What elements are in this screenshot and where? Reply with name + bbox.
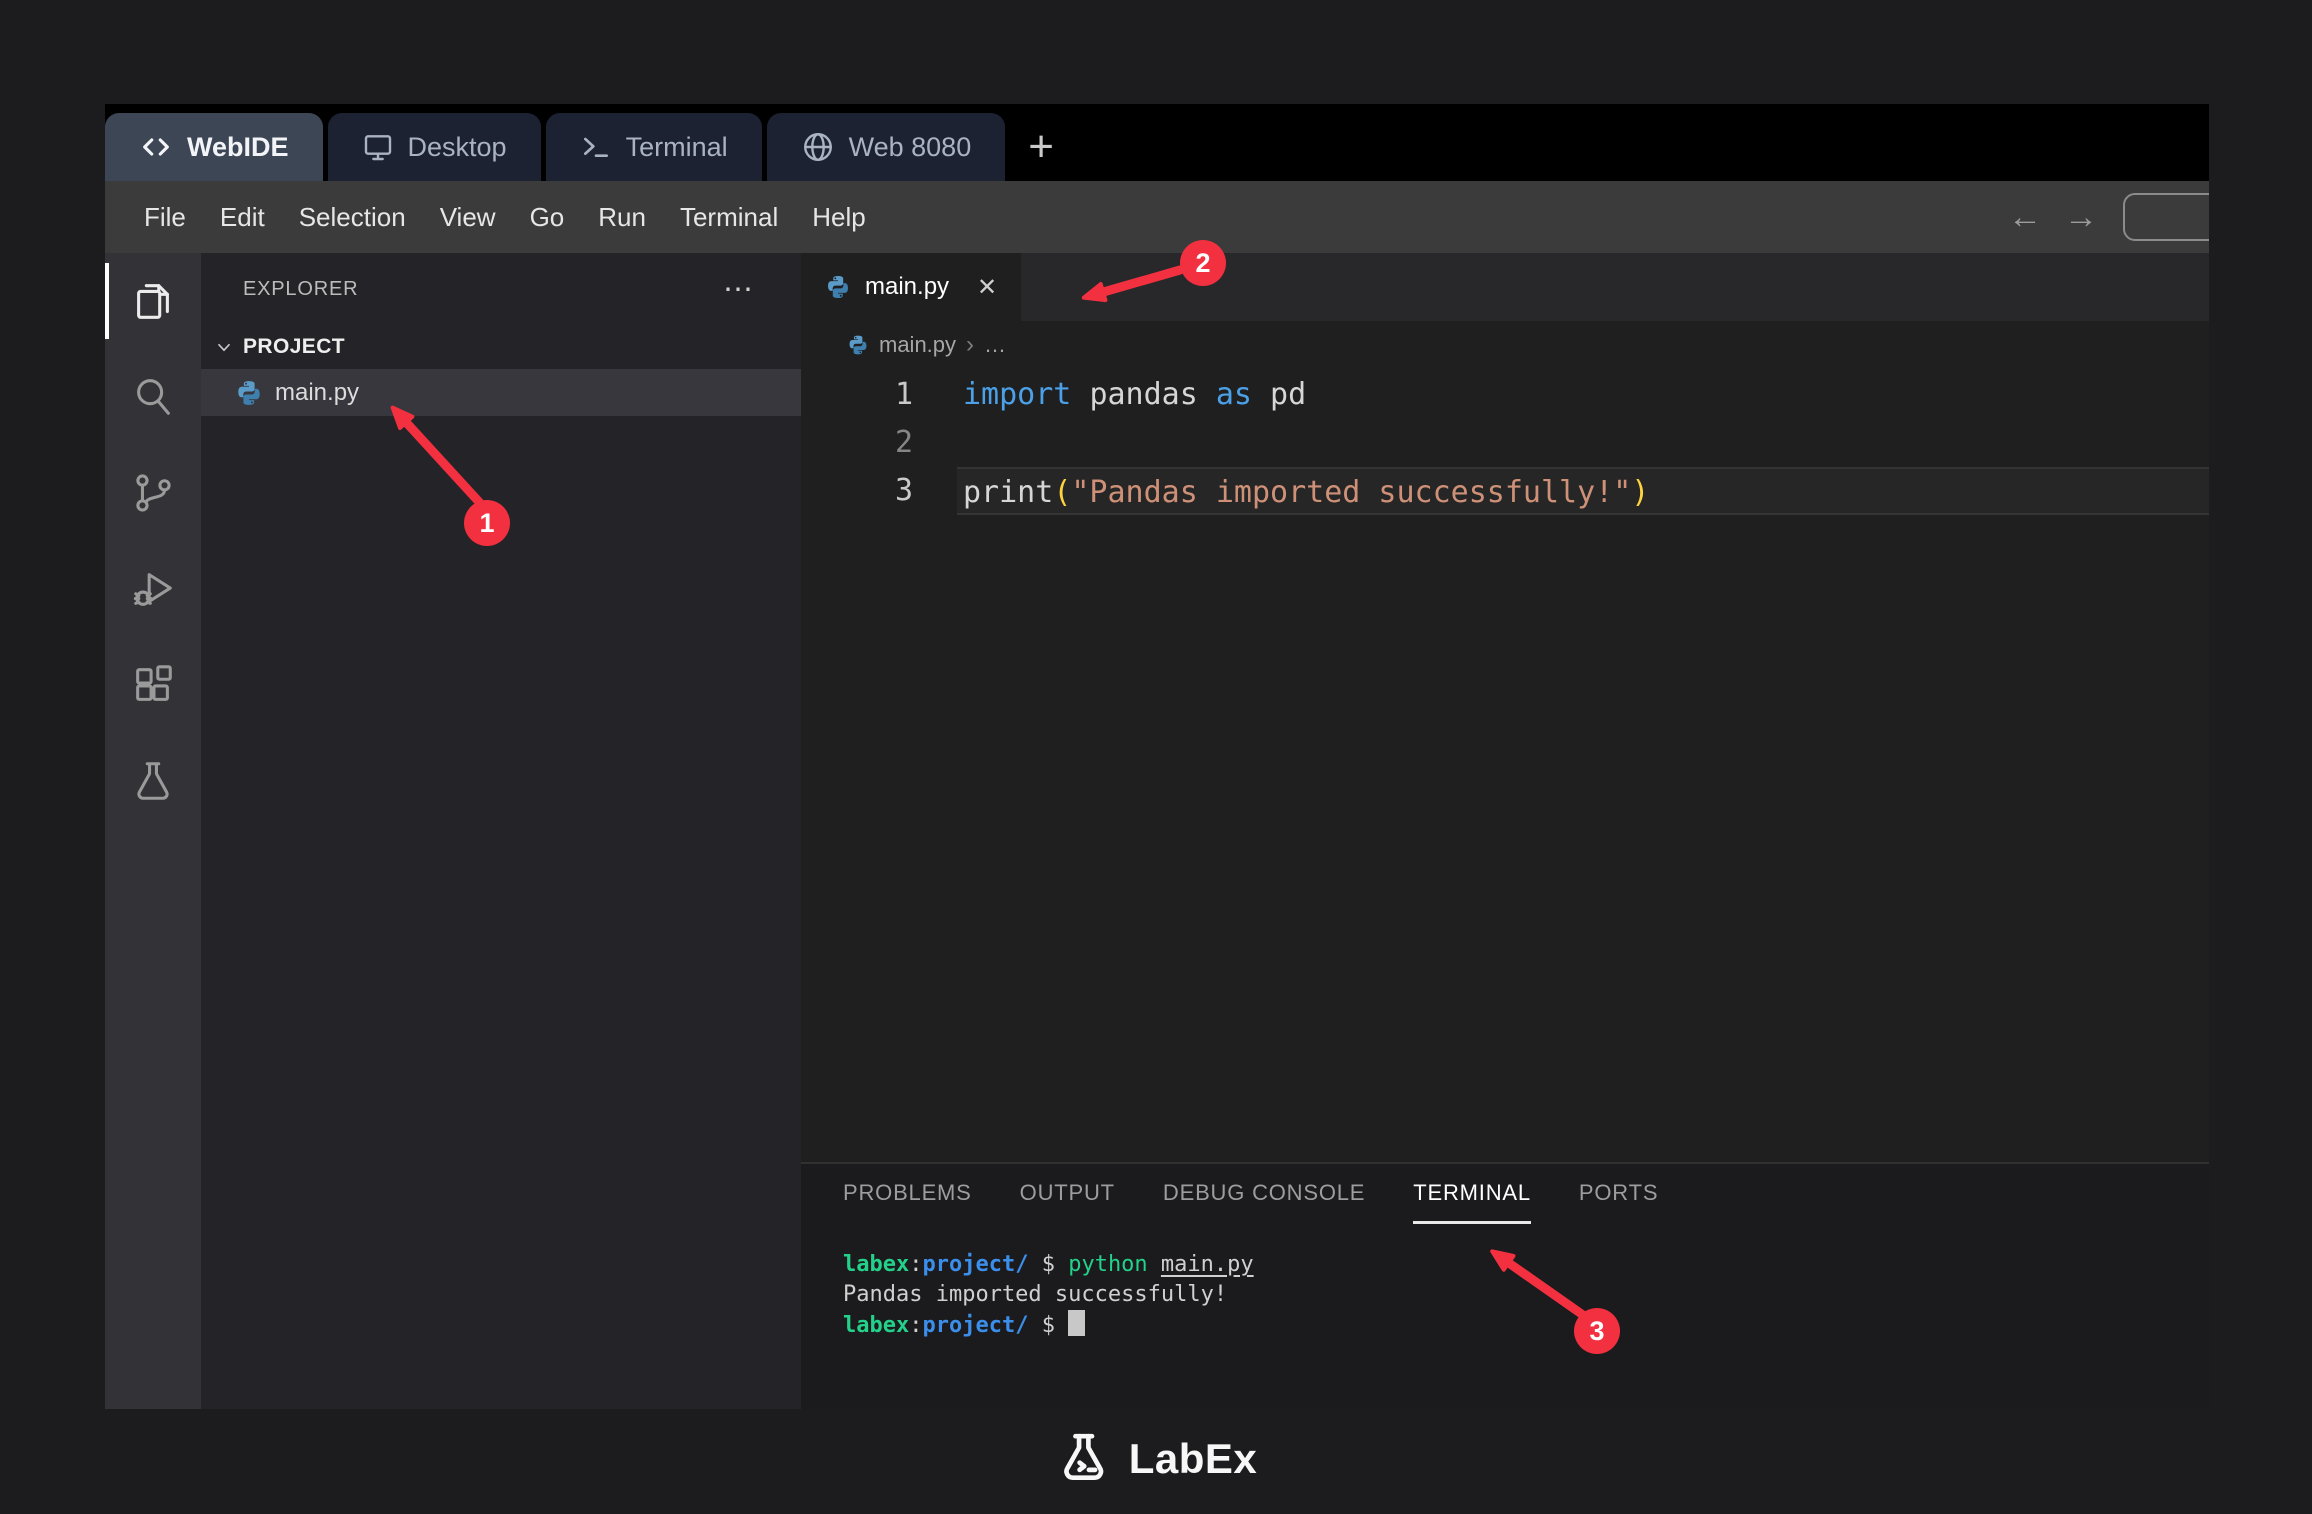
labex-flask-icon: [1055, 1430, 1113, 1488]
tab-terminal[interactable]: Terminal: [546, 113, 762, 181]
bottom-panel: PROBLEMS OUTPUT DEBUG CONSOLE TERMINAL P…: [801, 1162, 2209, 1409]
menu-selection[interactable]: Selection: [282, 202, 423, 233]
token-paren: ): [1631, 475, 1649, 510]
explorer-sidebar: EXPLORER ⋯ PROJECT main.py: [201, 253, 801, 1409]
breadcrumb-symbol[interactable]: …: [984, 332, 1006, 358]
python-file-icon: [847, 334, 869, 356]
menubar: File Edit Selection View Go Run Terminal…: [105, 181, 2209, 253]
menu-edit[interactable]: Edit: [203, 202, 282, 233]
menu-file[interactable]: File: [127, 202, 203, 233]
tab-webide-label: WebIDE: [187, 132, 289, 163]
line-number: 3: [801, 467, 913, 515]
breadcrumb: main.py › …: [801, 321, 2209, 369]
project-section-label: PROJECT: [243, 335, 345, 359]
token-module: pandas: [1089, 377, 1215, 412]
breadcrumb-file[interactable]: main.py: [879, 332, 956, 358]
tab-web-8080[interactable]: Web 8080: [767, 113, 1006, 181]
token-keyword: import: [963, 377, 1089, 412]
terminal-prompt-line: labex:project/ $: [843, 1310, 2209, 1341]
new-tab-button[interactable]: +: [1010, 113, 1072, 181]
terminal-dir: project/: [922, 1313, 1028, 1338]
token-keyword: as: [1216, 377, 1252, 412]
source-control-icon[interactable]: [105, 445, 201, 541]
panel-tab-output[interactable]: OUTPUT: [1020, 1164, 1115, 1224]
menu-help[interactable]: Help: [795, 202, 882, 233]
command-search-box[interactable]: [2123, 193, 2209, 241]
panel-tab-problems[interactable]: PROBLEMS: [843, 1164, 972, 1224]
menu-terminal[interactable]: Terminal: [663, 202, 795, 233]
terminal-colon: :: [909, 1313, 922, 1338]
editor-tabstrip: main.py ✕: [801, 253, 2209, 321]
code-editor[interactable]: 1 import pandas as pd 2 3 print("Pandas …: [801, 369, 2209, 1162]
tab-desktop-label: Desktop: [408, 132, 507, 163]
line-number: 2: [801, 419, 913, 467]
code-icon: [139, 130, 173, 164]
close-icon[interactable]: ✕: [977, 273, 997, 302]
menu-go[interactable]: Go: [513, 202, 582, 233]
menu-run[interactable]: Run: [581, 202, 663, 233]
explorer-icon[interactable]: [105, 253, 201, 349]
panel-tab-terminal[interactable]: TERMINAL: [1413, 1164, 1531, 1224]
python-file-icon: [825, 274, 851, 300]
globe-icon: [801, 130, 835, 164]
terminal-view[interactable]: labex:project/ $ python main.py Pandas i…: [801, 1224, 2209, 1341]
terminal-prompt: $: [1028, 1313, 1068, 1338]
tab-webide[interactable]: WebIDE: [105, 113, 323, 181]
python-file-icon: [235, 379, 263, 407]
line-number: 1: [801, 371, 913, 419]
menu-view[interactable]: View: [423, 202, 513, 233]
terminal-command: python: [1068, 1252, 1161, 1277]
panel-tab-debug-console[interactable]: DEBUG CONSOLE: [1163, 1164, 1365, 1224]
extensions-icon[interactable]: [105, 637, 201, 733]
explorer-more-icon[interactable]: ⋯: [723, 272, 755, 307]
project-section-header[interactable]: PROJECT: [201, 325, 801, 369]
annotation-badge-3: 3: [1574, 1308, 1620, 1354]
editor-tab-main-py[interactable]: main.py ✕: [801, 253, 1021, 321]
token-paren: (: [1053, 475, 1071, 510]
annotation-badge-1: 1: [464, 500, 510, 546]
chevron-down-icon: [213, 336, 235, 358]
file-label: main.py: [275, 379, 359, 407]
terminal-command-arg: main.py: [1161, 1252, 1254, 1277]
monitor-icon: [362, 131, 394, 163]
terminal-dir: project/: [922, 1252, 1028, 1277]
code-line-2: 2: [801, 419, 2209, 467]
code-line-1: 1 import pandas as pd: [801, 371, 2209, 419]
tab-web-8080-label: Web 8080: [849, 132, 972, 163]
ide-window: WebIDE Desktop Terminal: [105, 104, 2209, 1409]
breadcrumb-separator: ›: [966, 331, 974, 359]
labex-logo: LabEx: [1055, 1430, 1258, 1488]
terminal-user: labex: [843, 1313, 909, 1338]
terminal-prompt-icon: [580, 131, 612, 163]
terminal-user: labex: [843, 1252, 909, 1277]
editor-area: main.py ✕ main.py › … 1 import pandas as…: [801, 253, 2209, 1409]
terminal-cursor: [1068, 1310, 1085, 1336]
panel-tabbar: PROBLEMS OUTPUT DEBUG CONSOLE TERMINAL P…: [801, 1164, 2209, 1224]
terminal-prompt: $: [1028, 1252, 1068, 1277]
token-string: "Pandas imported successfully!": [1071, 475, 1631, 510]
tab-desktop[interactable]: Desktop: [328, 113, 541, 181]
workspace-tabbar: WebIDE Desktop Terminal: [105, 104, 2209, 181]
labex-brand-text: LabEx: [1129, 1435, 1258, 1483]
annotation-badge-2: 2: [1180, 240, 1226, 286]
file-row-main-py[interactable]: main.py: [201, 369, 801, 416]
tab-terminal-label: Terminal: [626, 132, 728, 163]
nav-back-icon[interactable]: ←: [2005, 181, 2045, 253]
explorer-title: EXPLORER: [243, 278, 358, 301]
token-alias: pd: [1252, 377, 1306, 412]
terminal-colon: :: [909, 1252, 922, 1277]
panel-tab-ports[interactable]: PORTS: [1579, 1164, 1658, 1224]
token-function: print: [963, 475, 1053, 510]
editor-tab-label: main.py: [865, 273, 949, 301]
activity-bar: [105, 253, 201, 1409]
search-icon[interactable]: [105, 349, 201, 445]
run-debug-icon[interactable]: [105, 541, 201, 637]
terminal-command-line: labex:project/ $ python main.py: [843, 1250, 2209, 1280]
terminal-output-line: Pandas imported successfully!: [843, 1280, 2209, 1310]
testing-icon[interactable]: [105, 733, 201, 829]
nav-forward-icon[interactable]: →: [2061, 181, 2101, 253]
code-line-3: 3 print("Pandas imported successfully!"): [801, 467, 2209, 515]
